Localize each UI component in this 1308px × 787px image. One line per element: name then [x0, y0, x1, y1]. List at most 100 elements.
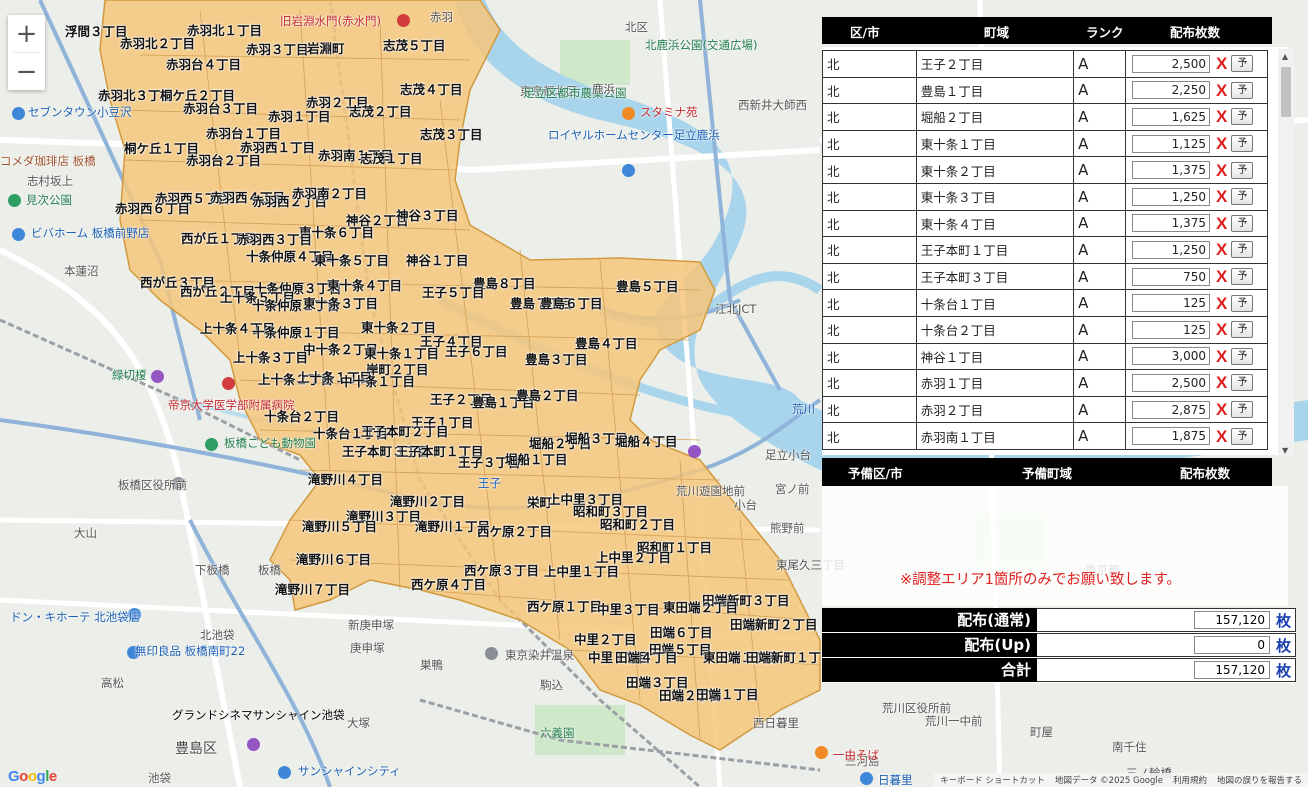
total-value-field[interactable]: 157,120	[1193, 661, 1270, 679]
reserve-button[interactable]: 予	[1231, 374, 1254, 392]
count-input[interactable]: 3,000	[1132, 347, 1211, 366]
terms-link[interactable]: 利用規約	[1173, 774, 1207, 786]
poi-pin[interactable]	[397, 14, 410, 27]
poi-pin[interactable]	[247, 738, 260, 751]
count-input[interactable]: 2,500	[1132, 54, 1211, 73]
reserve-button[interactable]: 予	[1231, 401, 1254, 419]
poi-pin[interactable]	[12, 228, 25, 241]
reserve-button[interactable]: 予	[1231, 321, 1254, 339]
row-cho: 赤羽南１丁目	[915, 422, 1075, 450]
count-input[interactable]: 2,875	[1132, 400, 1211, 419]
reserve-button[interactable]: 予	[1231, 81, 1254, 99]
keyboard-shortcuts-link[interactable]: キーボード ショートカット	[940, 774, 1045, 786]
town-label: 神谷３丁目	[396, 208, 459, 223]
town-label: 田端４丁目	[615, 650, 678, 665]
delete-button[interactable]: X	[1216, 321, 1227, 338]
report-error-link[interactable]: 地図の誤りを報告する	[1217, 774, 1302, 786]
reserve-button[interactable]: 予	[1231, 55, 1254, 73]
town-label: 豊島２丁目	[516, 388, 579, 403]
total-value-field[interactable]: 0	[1193, 636, 1270, 654]
poi-pin[interactable]	[622, 107, 635, 120]
reserve-button[interactable]: 予	[1231, 214, 1254, 232]
total-value-field[interactable]: 157,120	[1193, 611, 1270, 629]
delete-button[interactable]: X	[1216, 348, 1227, 365]
count-input[interactable]: 1,625	[1132, 107, 1211, 126]
reserve-button[interactable]: 予	[1231, 188, 1254, 206]
scroll-up-icon[interactable]: ▲	[1282, 52, 1288, 61]
poi-pin[interactable]	[688, 445, 701, 458]
town-label: 上十条３丁目	[233, 350, 309, 365]
count-input[interactable]: 125	[1132, 320, 1211, 339]
delete-button[interactable]: X	[1216, 268, 1227, 285]
row-count-cell: 125 X 予	[1125, 315, 1268, 344]
poi-label: 大山	[74, 526, 97, 540]
delete-button[interactable]: X	[1216, 241, 1227, 258]
zoom-in-button[interactable]: +	[8, 15, 45, 52]
total-unit: 枚	[1275, 661, 1291, 680]
poi-pin[interactable]	[860, 772, 873, 785]
allocation-row: 北王子本町３丁目 A 750 X 予	[822, 262, 1268, 291]
count-input[interactable]: 1,250	[1132, 187, 1211, 206]
town-label: 田端新町２丁目	[730, 617, 818, 632]
poi-label: 志村坂上	[27, 174, 73, 188]
poi-pin[interactable]	[8, 194, 21, 207]
count-input[interactable]: 125	[1132, 294, 1211, 313]
poi-pin[interactable]	[222, 377, 235, 390]
poi-pin[interactable]	[151, 370, 164, 383]
poi-label: 熊野前	[770, 521, 805, 535]
count-input[interactable]: 750	[1132, 267, 1211, 286]
list-scrollbar[interactable]: ▲ ▼	[1278, 49, 1294, 457]
zoom-out-button[interactable]: −	[8, 53, 45, 90]
poi-pin[interactable]	[278, 766, 291, 779]
town-label: 赤羽南２丁目	[292, 186, 368, 201]
scroll-down-icon[interactable]: ▼	[1282, 446, 1288, 455]
reserve-button[interactable]: 予	[1231, 161, 1254, 179]
delete-button[interactable]: X	[1216, 428, 1227, 445]
reserve-button[interactable]: 予	[1231, 241, 1254, 259]
delete-button[interactable]: X	[1216, 55, 1227, 72]
row-cho: 王子本町１丁目	[915, 236, 1075, 264]
count-input[interactable]: 1,875	[1132, 427, 1211, 446]
poi-pin[interactable]	[485, 647, 498, 660]
poi-pin[interactable]	[622, 164, 635, 177]
delete-button[interactable]: X	[1216, 162, 1227, 179]
delete-button[interactable]: X	[1216, 82, 1227, 99]
delete-button[interactable]: X	[1216, 401, 1227, 418]
total-row-normal: 配布(通常) 157,120 枚	[822, 608, 1296, 633]
row-count-cell: 1,250 X 予	[1125, 182, 1268, 211]
poi-pin[interactable]	[12, 107, 25, 120]
delete-button[interactable]: X	[1216, 215, 1227, 232]
reserve-button[interactable]: 予	[1231, 294, 1254, 312]
town-label: 赤羽３丁目	[246, 42, 309, 57]
count-input[interactable]: 1,250	[1132, 240, 1211, 259]
allocation-row: 北王子２丁目 A 2,500 X 予	[822, 50, 1268, 78]
reserve-button[interactable]: 予	[1231, 135, 1254, 153]
delete-button[interactable]: X	[1216, 374, 1227, 391]
delete-button[interactable]: X	[1216, 135, 1227, 152]
town-label: 豊島３丁目	[525, 352, 588, 367]
scroll-thumb[interactable]	[1281, 67, 1291, 117]
poi-label: 北池袋	[200, 628, 235, 642]
map-attribution: キーボード ショートカット 地図データ ©2025 Google 利用規約 地図…	[934, 773, 1308, 787]
reserve-button[interactable]: 予	[1231, 427, 1254, 445]
delete-button[interactable]: X	[1216, 108, 1227, 125]
reserve-button[interactable]: 予	[1231, 108, 1254, 126]
poi-pin[interactable]	[205, 438, 218, 451]
count-input[interactable]: 1,125	[1132, 134, 1211, 153]
allocation-list[interactable]: 北王子２丁目 A 2,500 X 予北豊島１丁目 A 2,250 X 予北堀船２丁目 A 1,625…	[822, 47, 1288, 455]
count-input[interactable]: 2,500	[1132, 373, 1211, 392]
town-label: 十条仲原１丁目	[252, 325, 340, 340]
delete-button[interactable]: X	[1216, 188, 1227, 205]
reserve-button[interactable]: 予	[1231, 347, 1254, 365]
poi-pin[interactable]	[815, 746, 828, 759]
count-input[interactable]: 1,375	[1132, 161, 1211, 180]
reserve-button[interactable]: 予	[1231, 268, 1254, 286]
zoom-control[interactable]: + −	[8, 15, 45, 90]
row-ku: 北	[822, 156, 917, 184]
count-input[interactable]: 1,375	[1132, 214, 1211, 233]
delete-button[interactable]: X	[1216, 295, 1227, 312]
town-label: 十条台２丁目	[264, 409, 340, 424]
row-count-cell: 2,500 X 予	[1125, 50, 1268, 78]
count-input[interactable]: 2,250	[1132, 81, 1211, 100]
row-count-cell: 1,375 X 予	[1125, 156, 1268, 184]
